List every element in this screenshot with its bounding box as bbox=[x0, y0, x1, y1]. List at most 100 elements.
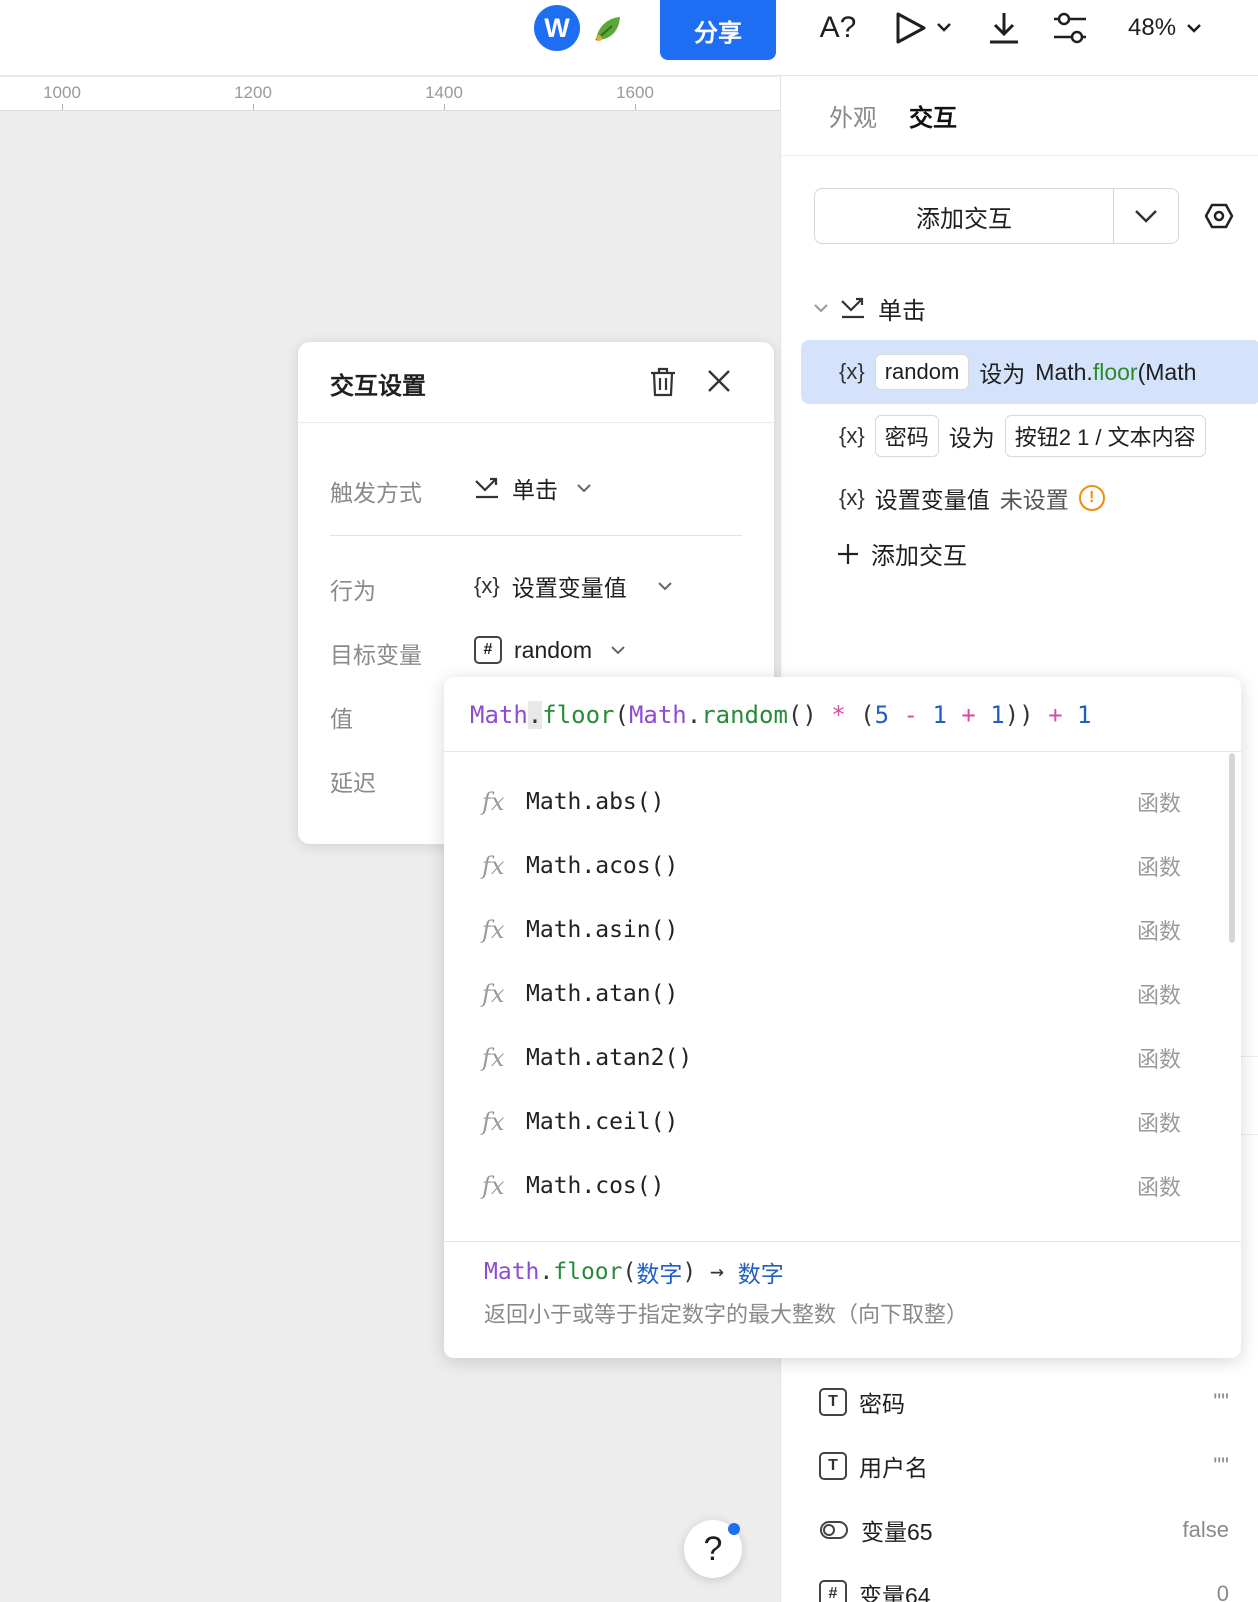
variable-icon: {x} bbox=[839, 359, 865, 384]
expression-token: ( bbox=[845, 701, 875, 729]
function-signature: Math. floor(数字) → 数字 bbox=[484, 1259, 784, 1288]
behavior-select[interactable]: {x} 设置变量值 bbox=[474, 566, 673, 606]
ruler-tick-mark bbox=[62, 104, 63, 110]
chevron-down-icon bbox=[611, 646, 625, 655]
suggestion-item[interactable]: fx Math.asin() 函数 bbox=[444, 898, 1219, 962]
user-avatar[interactable]: W bbox=[534, 5, 580, 51]
ruler-tick-mark bbox=[635, 104, 636, 110]
add-action-label: 添加交互 bbox=[871, 543, 967, 570]
close-icon bbox=[708, 370, 730, 392]
suggestion-kind: 函数 bbox=[1136, 1176, 1181, 1201]
add-action-button[interactable]: 添加交互 bbox=[837, 536, 967, 571]
function-icon: fx bbox=[482, 916, 505, 944]
target-variable-chip: random bbox=[874, 354, 970, 390]
chevron-down-icon bbox=[1187, 24, 1201, 33]
top-toolbar: W 分享 A? 48% bbox=[0, 0, 1258, 76]
variable-name: 变量64 bbox=[859, 1583, 931, 1602]
action-row-set-variable[interactable]: {x} 设置变量值 未设置 ! bbox=[801, 466, 1258, 530]
trigger-group-header[interactable]: 单击 bbox=[814, 288, 926, 328]
font-check-button[interactable]: A? bbox=[816, 8, 860, 48]
leaf-avatar-icon[interactable] bbox=[590, 12, 624, 46]
suggestion-scrollbar[interactable] bbox=[1229, 753, 1235, 943]
suggestion-name: Math.acos() bbox=[526, 853, 679, 879]
suggestion-name: Math.abs() bbox=[526, 789, 665, 815]
add-interaction-dropdown[interactable] bbox=[1113, 188, 1179, 244]
plus-icon bbox=[838, 543, 858, 564]
suggestion-kind: 函数 bbox=[1136, 856, 1181, 881]
target-field-label: 目标变量 bbox=[330, 642, 422, 668]
expression-token: * bbox=[831, 701, 846, 729]
tab-appearance[interactable]: 外观 bbox=[829, 98, 877, 133]
download-icon bbox=[990, 13, 1018, 44]
text-variable-icon: T bbox=[819, 1452, 847, 1480]
zoom-dropdown[interactable]: 48% bbox=[1128, 10, 1202, 46]
action-row-password[interactable]: {x} 密码 设为 按钮2 1 / 文本内容 bbox=[801, 404, 1258, 468]
function-icon: fx bbox=[482, 1044, 505, 1072]
close-button[interactable] bbox=[704, 366, 734, 396]
variable-value: "" bbox=[1213, 1453, 1229, 1478]
ruler-tick-mark bbox=[253, 104, 254, 110]
add-interaction-button[interactable]: 添加交互 bbox=[814, 188, 1114, 244]
number-variable-icon: # bbox=[819, 1580, 847, 1602]
expression-token: random bbox=[701, 701, 788, 729]
ruler-tick: 1600 bbox=[616, 83, 654, 102]
hexagon-settings-icon bbox=[1204, 203, 1234, 229]
expression-token: 1 bbox=[1062, 701, 1092, 729]
share-button[interactable]: 分享 bbox=[660, 0, 776, 60]
chevron-down-icon bbox=[657, 582, 672, 591]
suggestion-kind: 函数 bbox=[1136, 984, 1181, 1009]
target-variable-select[interactable]: # random bbox=[474, 630, 626, 670]
variable-icon: {x} bbox=[839, 423, 865, 448]
toggle-variable-icon bbox=[819, 1519, 849, 1541]
expression-input[interactable]: Math. floor(Math. random() * (5 - 1 + 1)) … bbox=[470, 695, 1091, 735]
text-variable-icon: T bbox=[819, 1388, 847, 1416]
warning-icon: ! bbox=[1078, 485, 1105, 511]
action-row-random[interactable]: {x} random 设为 Math.floor(Math bbox=[801, 340, 1258, 404]
suggestion-item[interactable]: fx Math.atan2() 函数 bbox=[444, 1026, 1219, 1090]
function-description: 返回小于或等于指定数字的最大整数（向下取整） bbox=[484, 1302, 969, 1327]
suggestion-name: Math.cos() bbox=[526, 1173, 665, 1199]
preview-play-button[interactable] bbox=[894, 8, 958, 48]
variable-name: 密码 bbox=[859, 1391, 905, 1417]
help-button[interactable]: ? bbox=[684, 1520, 742, 1578]
tab-interaction[interactable]: 交互 bbox=[909, 98, 957, 133]
variable-name: 变量65 bbox=[861, 1519, 933, 1545]
interaction-settings-button[interactable] bbox=[1201, 198, 1237, 234]
expression-token: 1 bbox=[990, 701, 1005, 729]
trash-icon bbox=[651, 367, 675, 397]
delete-button[interactable] bbox=[648, 366, 678, 398]
variable-value: 0 bbox=[1216, 1581, 1229, 1602]
trigger-field-label: 触发方式 bbox=[330, 480, 422, 506]
chevron-down-icon bbox=[814, 304, 828, 313]
action-value-chip: 按钮2 1 / 文本内容 bbox=[1004, 415, 1206, 457]
trigger-label: 单击 bbox=[878, 297, 926, 325]
suggestion-item[interactable]: fx Math.acos() 函数 bbox=[444, 834, 1219, 898]
variable-item[interactable]: T 密码 "" bbox=[819, 1378, 1229, 1426]
function-icon: fx bbox=[482, 1172, 505, 1200]
suggestion-item[interactable]: fx Math.ceil() 函数 bbox=[444, 1090, 1219, 1154]
number-variable-icon: # bbox=[474, 636, 502, 664]
variable-item[interactable]: 变量65 false bbox=[819, 1506, 1229, 1554]
action-status: 未设置 bbox=[999, 487, 1069, 513]
question-icon: ? bbox=[703, 1529, 723, 1568]
popup-divider bbox=[444, 1241, 1241, 1242]
horizontal-ruler: 1000 1200 1400 1600 bbox=[0, 77, 780, 111]
variable-icon: {x} bbox=[839, 485, 865, 510]
download-button[interactable] bbox=[986, 8, 1022, 48]
settings-sliders-button[interactable] bbox=[1050, 8, 1090, 48]
suggestion-item[interactable]: fx Math.cos() 函数 bbox=[444, 1154, 1219, 1218]
action-verb: 设为 bbox=[948, 425, 995, 451]
variable-item[interactable]: T 用户名 "" bbox=[819, 1442, 1229, 1490]
expression-token: floor bbox=[542, 701, 615, 729]
variable-item[interactable]: # 变量64 0 bbox=[819, 1570, 1229, 1602]
delay-field-label: 延迟 bbox=[330, 770, 376, 796]
function-icon: fx bbox=[482, 852, 505, 880]
function-icon: fx bbox=[482, 1108, 505, 1136]
expression-token: ( bbox=[614, 701, 629, 729]
behavior-field-label: 行为 bbox=[330, 578, 376, 604]
suggestion-name: Math.ceil() bbox=[526, 1109, 679, 1135]
trigger-select[interactable]: 单击 bbox=[474, 468, 592, 508]
suggestion-item[interactable]: fx Math.atan() 函数 bbox=[444, 962, 1219, 1026]
expression-token: + bbox=[946, 701, 991, 729]
suggestion-item[interactable]: fx Math.abs() 函数 bbox=[444, 770, 1219, 834]
